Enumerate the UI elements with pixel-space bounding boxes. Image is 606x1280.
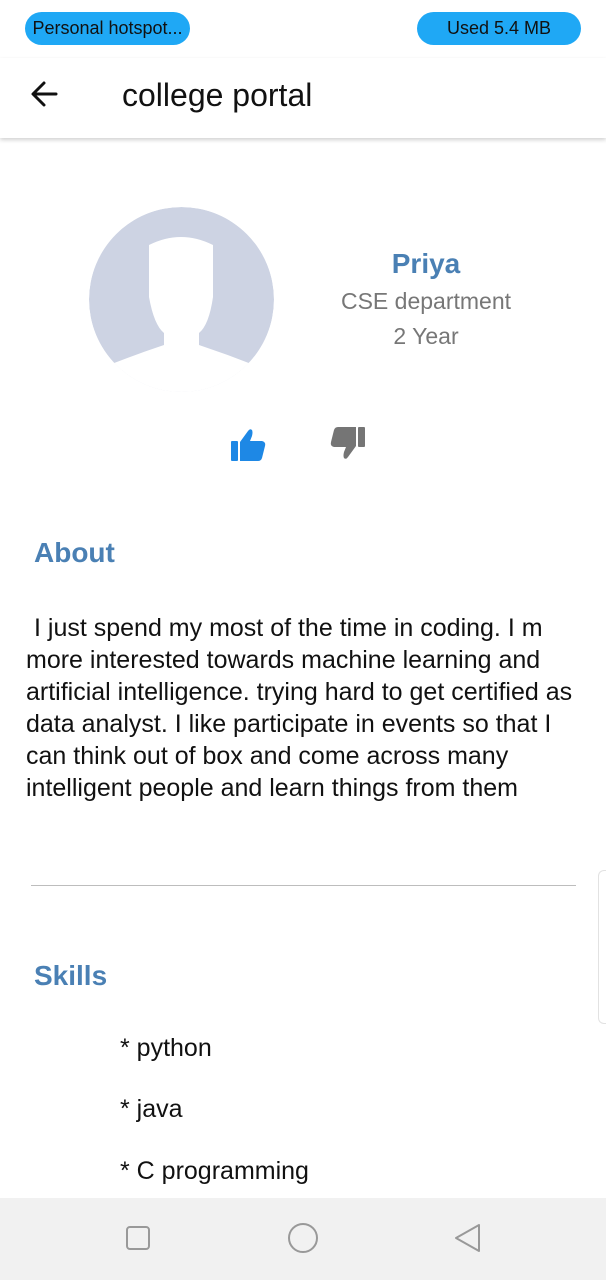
skill-item: * python [120, 1034, 212, 1062]
dislike-button[interactable] [329, 425, 367, 463]
profile-year: 2 Year [393, 323, 459, 349]
navigation-bar [0, 1198, 606, 1280]
skill-item: * java [120, 1095, 183, 1123]
triangle-back-icon [455, 1224, 480, 1252]
about-heading: About [34, 537, 115, 568]
scrollbar-edge[interactable] [598, 870, 606, 1024]
profile-name: Priya [391, 248, 461, 279]
nav-back-button[interactable] [450, 1220, 486, 1256]
data-usage-pill[interactable]: Used 5.4 MB [417, 12, 581, 45]
page-title: college portal [122, 77, 313, 113]
thumbs-up-icon [231, 429, 266, 461]
home-button[interactable] [285, 1220, 321, 1256]
hotspot-pill[interactable]: Personal hotspot... [25, 12, 190, 45]
skills-heading: Skills [34, 960, 108, 991]
skill-item: * C programming [120, 1157, 309, 1185]
status-bar: Personal hotspot... Used 5.4 MB [0, 0, 606, 58]
square-icon [126, 1226, 150, 1250]
arrow-left-icon [31, 81, 58, 107]
thumbs-down-icon [330, 427, 365, 459]
avatar [89, 207, 274, 392]
like-button[interactable] [229, 425, 267, 463]
app-bar: college portal [0, 58, 606, 138]
divider [31, 885, 576, 886]
circle-icon [288, 1223, 318, 1253]
about-text: I just spend my most of the time in codi… [26, 614, 573, 802]
recent-apps-button[interactable] [120, 1220, 156, 1256]
default-avatar-icon [89, 207, 274, 392]
back-button[interactable] [26, 74, 66, 114]
profile-department: CSE department [340, 288, 512, 314]
